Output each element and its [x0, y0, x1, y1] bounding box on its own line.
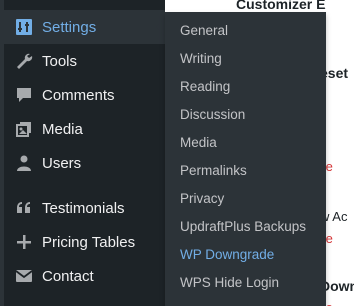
submenu-item-general[interactable]: General: [180, 23, 228, 38]
sidebar-item-label: Pricing Tables: [42, 233, 136, 251]
delete-link-fragment[interactable]: te: [326, 231, 333, 246]
media-icon: [0, 120, 42, 138]
sidebar-item-label: Tools: [42, 52, 78, 70]
sidebar-item-label: Users: [42, 154, 82, 172]
comment-icon: [0, 86, 42, 104]
sidebar-item-label: Comments: [42, 86, 115, 104]
settings-submenu: General Writing Reading Discussion Media…: [165, 12, 326, 306]
submenu-item-permalinks[interactable]: Permalinks: [180, 163, 247, 178]
plus-icon: [0, 233, 42, 251]
delete-link-fragment[interactable]: te: [326, 300, 333, 306]
sidebar-item-contact[interactable]: Contact: [0, 259, 165, 293]
sidebar-item-tools[interactable]: Tools: [0, 44, 165, 78]
users-icon: [0, 154, 42, 172]
sidebar-item-pricing-tables[interactable]: Pricing Tables: [0, 225, 165, 259]
settings-icon: [0, 18, 42, 36]
sidebar-item-label: Media: [42, 120, 83, 138]
plugin-title-fragment: w Ac: [326, 209, 348, 224]
delete-link-fragment[interactable]: te: [326, 159, 333, 174]
sidebar-item-users[interactable]: Users: [0, 146, 165, 180]
sidebar-item-testimonials[interactable]: Testimonials: [0, 191, 165, 225]
submenu-pointer: [156, 18, 165, 36]
sidebar-item-comments[interactable]: Comments: [0, 78, 165, 112]
submenu-item-privacy[interactable]: Privacy: [180, 191, 224, 206]
sidebar-item-settings[interactable]: Settings: [0, 10, 165, 44]
submenu-item-wp-downgrade[interactable]: WP Downgrade: [180, 247, 274, 262]
submenu-item-writing[interactable]: Writing: [180, 51, 222, 66]
plugin-list-fragment: eset te w Ac te Down te: [326, 0, 354, 306]
plugin-title-fragment: eset: [326, 65, 349, 81]
wrench-icon: [0, 52, 42, 70]
sidebar-item-label: Testimonials: [42, 199, 125, 217]
sidebar-item-label: Settings: [42, 18, 97, 36]
submenu-item-reading[interactable]: Reading: [180, 79, 230, 94]
sidebar-item-media[interactable]: Media: [0, 112, 165, 146]
submenu-item-media[interactable]: Media: [180, 135, 217, 150]
submenu-item-discussion[interactable]: Discussion: [180, 107, 245, 122]
sidebar-item-label: Contact: [42, 267, 94, 285]
plugin-title-fragment: Down: [326, 278, 354, 294]
quote-icon: [0, 199, 42, 217]
envelope-icon: [0, 267, 42, 285]
submenu-item-updraftplus-backups[interactable]: UpdraftPlus Backups: [180, 219, 306, 234]
admin-sidebar: Settings Tools Comments Media Users Test…: [0, 0, 165, 306]
submenu-item-wps-hide-login[interactable]: WPS Hide Login: [180, 275, 279, 290]
